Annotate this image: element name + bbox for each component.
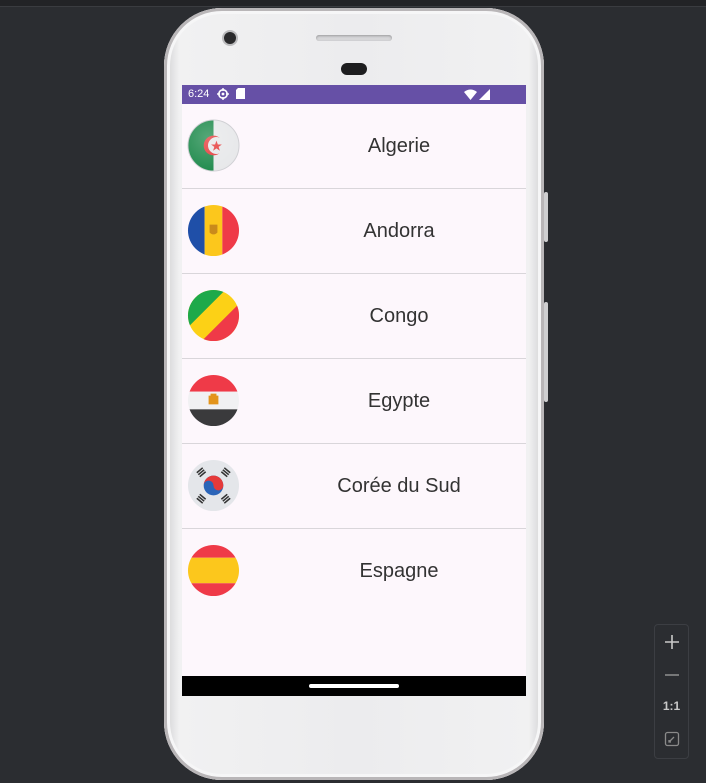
plus-icon bbox=[664, 635, 679, 649]
country-name: Congo bbox=[369, 305, 429, 327]
south-korea-flag-icon bbox=[187, 459, 240, 512]
egypt-flag-icon bbox=[187, 374, 240, 427]
fit-screen-button[interactable] bbox=[655, 731, 688, 752]
earpiece-speaker bbox=[316, 35, 392, 41]
status-bar: 6:24 bbox=[182, 85, 526, 104]
country-name: Espagne bbox=[359, 560, 439, 582]
algeria-flag-icon bbox=[187, 119, 240, 172]
list-item[interactable]: Algerie bbox=[182, 104, 526, 189]
zoom-reset-button[interactable]: 1:1 bbox=[655, 699, 688, 713]
country-name: Egypte bbox=[367, 390, 431, 412]
list-item[interactable]: Egypte bbox=[182, 359, 526, 444]
country-name: Corée du Sud bbox=[337, 475, 461, 497]
signal-icon bbox=[479, 89, 490, 103]
zoom-out-button[interactable] bbox=[655, 665, 688, 688]
status-time: 6:24 bbox=[188, 88, 210, 100]
power-button bbox=[544, 192, 548, 242]
list-item[interactable]: Andorra bbox=[182, 189, 526, 274]
home-gesture-handle[interactable] bbox=[309, 684, 399, 688]
sd-card-icon bbox=[236, 88, 245, 102]
country-list[interactable]: Algerie Andorra Congo Egypte Corée du Su… bbox=[182, 104, 526, 613]
front-camera bbox=[224, 32, 236, 44]
zoom-controls: 1:1 bbox=[654, 624, 689, 759]
list-item[interactable]: Espagne bbox=[182, 529, 526, 613]
zoom-in-button[interactable] bbox=[655, 629, 688, 656]
list-item[interactable]: Congo bbox=[182, 274, 526, 359]
country-name: Andorra bbox=[363, 220, 435, 242]
minus-icon bbox=[664, 674, 679, 676]
fit-screen-icon bbox=[664, 731, 679, 747]
editor-top-bar bbox=[0, 0, 706, 7]
spain-flag-icon bbox=[187, 544, 240, 597]
proximity-sensor bbox=[341, 63, 367, 75]
congo-flag-icon bbox=[187, 289, 240, 342]
device-screen: 6:24 Algerie Andorra Congo Egypte Corée … bbox=[182, 85, 526, 696]
volume-button bbox=[544, 302, 548, 402]
settings-status-icon bbox=[217, 88, 229, 103]
wifi-icon bbox=[464, 89, 477, 103]
navigation-bar bbox=[182, 676, 526, 696]
list-item[interactable]: Corée du Sud bbox=[182, 444, 526, 529]
andorra-flag-icon bbox=[187, 204, 240, 257]
country-name: Algerie bbox=[367, 135, 431, 157]
